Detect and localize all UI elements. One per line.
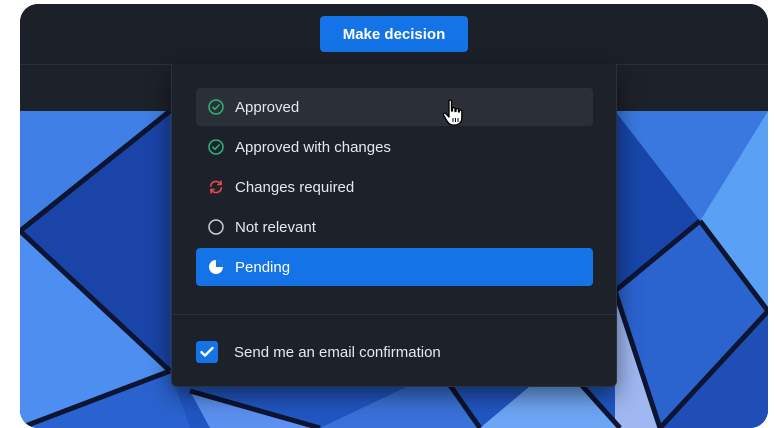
top-toolbar: Make decision: [20, 4, 768, 65]
refresh-arrows-icon: [208, 179, 224, 195]
checkmark-icon: [200, 346, 214, 357]
email-confirmation-label: Send me an email confirmation: [234, 343, 441, 361]
make-decision-button[interactable]: Make decision: [320, 16, 468, 52]
option-label: Approved with changes: [235, 138, 391, 156]
email-confirmation-row[interactable]: Send me an email confirmation: [196, 340, 441, 364]
check-circle-icon: [208, 139, 224, 155]
option-label: Not relevant: [235, 218, 316, 236]
option-label: Approved: [235, 98, 300, 116]
decision-dropdown: Approved Approved with changes Changes r…: [171, 64, 617, 387]
option-not-relevant[interactable]: Not relevant: [196, 208, 593, 246]
option-label: Changes required: [235, 178, 355, 196]
check-circle-icon: [208, 99, 224, 115]
app-window: Make decision Approved Approved with cha…: [20, 4, 768, 428]
menu-divider: [172, 314, 616, 315]
half-circle-icon: [208, 259, 224, 275]
hand-pointer-cursor-icon: [442, 99, 463, 126]
option-approved[interactable]: Approved: [196, 88, 593, 126]
option-changes-required[interactable]: Changes required: [196, 168, 593, 206]
option-approved-with-changes[interactable]: Approved with changes: [196, 128, 593, 166]
option-pending[interactable]: Pending: [196, 248, 593, 286]
empty-circle-icon: [208, 219, 224, 235]
email-confirmation-checkbox[interactable]: [196, 341, 218, 363]
option-label: Pending: [235, 258, 291, 276]
